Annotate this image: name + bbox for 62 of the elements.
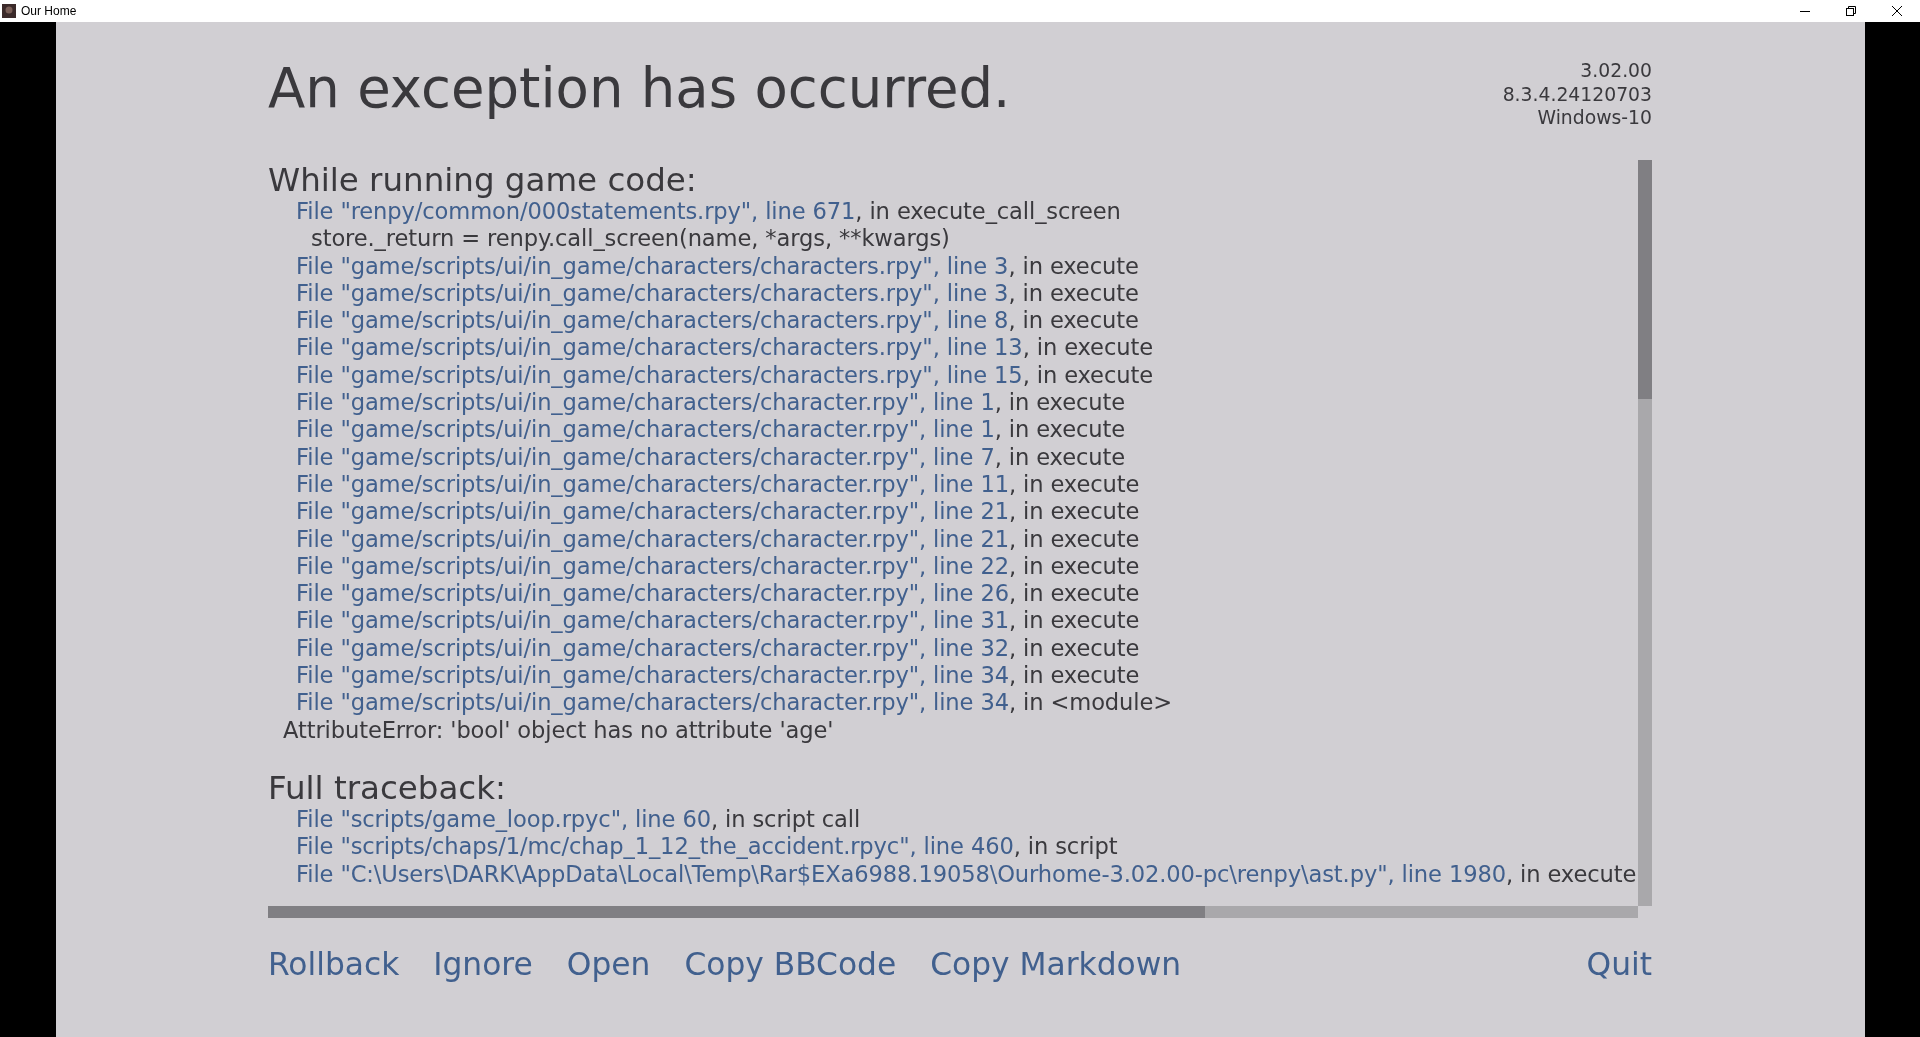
- traceback-line: File "game/scripts/ui/in_game/characters/character.rpy", line 31, in execute: [295, 607, 1141, 635]
- action-button[interactable]: Copy Markdown: [930, 946, 1182, 982]
- file-link[interactable]: File "game/scripts/ui/in_game/characters/character.rpy", line 31: [296, 607, 1009, 634]
- action-button[interactable]: Ignore: [433, 946, 533, 982]
- version-text: Windows-10: [1537, 106, 1652, 130]
- traceback-line: File "game/scripts/ui/in_game/characters/characters.rpy", line 3, in execute: [295, 279, 1140, 308]
- version-text: 3.02.00: [1580, 59, 1652, 83]
- file-link[interactable]: File "game/scripts/ui/in_game/characters/character.rpy", line 21: [296, 498, 1009, 525]
- file-link[interactable]: File "game/scripts/ui/in_game/characters/character.rpy", line 26: [296, 580, 1009, 607]
- traceback-line: File "scripts/chaps/1/mc/chap_1_12_the_accident.rpyc", line 460, in script: [295, 833, 1119, 861]
- traceback-line: File "game/scripts/ui/in_game/characters/character.rpy", line 34, in <module>: [295, 689, 1174, 717]
- traceback-line: File "game/scripts/ui/in_game/characters/character.rpy", line 22, in execute: [295, 552, 1141, 581]
- file-link[interactable]: File "game/scripts/ui/in_game/characters/characters.rpy", line 15: [296, 361, 1023, 388]
- traceback-line: File "game/scripts/ui/in_game/characters/characters.rpy", line 13, in execute: [295, 334, 1154, 362]
- vertical-scrollbar[interactable]: [1638, 160, 1652, 906]
- file-link[interactable]: File "game/scripts/ui/in_game/characters/character.rpy", line 7: [296, 443, 995, 470]
- traceback-line: File "renpy/common/000statements.rpy", line 671, in execute_call_screen: [295, 198, 1122, 226]
- error-message: AttributeError: 'bool' object has no attribute 'age': [282, 716, 835, 744]
- traceback-line: File "game/scripts/ui/in_game/characters/character.rpy", line 11, in execute: [295, 470, 1141, 499]
- file-link[interactable]: File "game/scripts/ui/in_game/characters/characters.rpy", line 13: [296, 334, 1023, 361]
- traceback-line: File "C:\Users\DARK\AppData\Local\Temp\Rar$EXa6988.19058\Ourhome-3.02.00-pc\renpy\ast.py", line 1980, in execute: [295, 860, 1638, 888]
- file-link[interactable]: File "game/scripts/ui/in_game/characters/character.rpy", line 32: [296, 634, 1009, 661]
- traceback-line: File "game/scripts/ui/in_game/characters/characters.rpy", line 3, in execute: [295, 252, 1140, 280]
- traceback-line: File "game/scripts/ui/in_game/characters/characters.rpy", line 8, in execute: [295, 307, 1140, 335]
- close-icon: [1892, 6, 1902, 16]
- file-link[interactable]: File "game/scripts/ui/in_game/characters/character.rpy", line 34: [296, 662, 1009, 689]
- traceback-line: File "game/scripts/ui/in_game/characters/character.rpy", line 34, in execute: [295, 662, 1141, 690]
- traceback-line: File "game/scripts/ui/in_game/characters/character.rpy", line 32, in execute: [295, 634, 1141, 663]
- window-title: Our Home: [21, 4, 78, 18]
- file-link[interactable]: File "game/scripts/ui/in_game/characters/characters.rpy", line 3: [296, 279, 1009, 306]
- file-link[interactable]: File "renpy/common/000statements.rpy", line 671: [296, 198, 856, 224]
- action-button[interactable]: Open: [566, 946, 651, 982]
- action-button[interactable]: Rollback: [268, 946, 400, 982]
- horizontal-scrollbar[interactable]: [268, 906, 1638, 918]
- file-link[interactable]: File "game/scripts/ui/in_game/characters/characters.rpy", line 3: [296, 252, 1009, 279]
- file-link[interactable]: File "game/scripts/ui/in_game/characters/characters.rpy", line 8: [296, 307, 1009, 334]
- traceback-line: File "game/scripts/ui/in_game/characters/characters.rpy", line 15, in execute: [295, 361, 1154, 390]
- traceback-line: File "game/scripts/ui/in_game/characters/character.rpy", line 7, in execute: [295, 443, 1126, 471]
- section-heading: Full traceback:: [268, 769, 507, 806]
- action-button[interactable]: Copy BBCode: [684, 946, 897, 982]
- traceback-line: File "scripts/game_loop.rpyc", line 60, in script call: [295, 805, 862, 834]
- file-link[interactable]: File "game/scripts/ui/in_game/characters/character.rpy", line 11: [296, 470, 1009, 497]
- app-icon: [2, 4, 16, 18]
- version-text: 8.3.4.24120703: [1502, 82, 1652, 107]
- traceback-line: File "game/scripts/ui/in_game/characters/character.rpy", line 1, in execute: [295, 389, 1126, 417]
- quit-button[interactable]: Quit: [1586, 946, 1652, 982]
- traceback-line: File "game/scripts/ui/in_game/characters/character.rpy", line 1, in execute: [295, 416, 1126, 444]
- restore-icon: [1846, 6, 1856, 16]
- file-link[interactable]: File "game/scripts/ui/in_game/characters/character.rpy", line 1: [296, 389, 995, 416]
- section-heading: While running game code:: [268, 162, 698, 198]
- file-link[interactable]: File "game/scripts/ui/in_game/characters/character.rpy", line 22: [296, 552, 1009, 579]
- file-link[interactable]: File "scripts/chaps/1/mc/chap_1_12_the_accident.rpyc", line 460: [296, 833, 1014, 860]
- error-title: An exception has occurred.: [268, 56, 1011, 122]
- file-link[interactable]: File "scripts/game_loop.rpyc", line 60: [296, 805, 711, 832]
- traceback-line: File "game/scripts/ui/in_game/characters/character.rpy", line 21, in execute: [295, 525, 1141, 553]
- traceback-line: File "game/scripts/ui/in_game/characters/character.rpy", line 26, in execute: [295, 580, 1141, 608]
- code-line: store._return = renpy.call_screen(name, *args, **kwargs): [310, 225, 951, 253]
- file-link[interactable]: File "game/scripts/ui/in_game/characters/character.rpy", line 1: [296, 416, 995, 443]
- traceback-line: File "game/scripts/ui/in_game/characters/character.rpy", line 21, in execute: [295, 498, 1141, 526]
- file-link[interactable]: File "C:\Users\DARK\AppData\Local\Temp\Rar$EXa6988.19058\Ourhome-3.02.00-pc\renpy\ast.py", line 1980: [296, 860, 1506, 887]
- file-link[interactable]: File "game/scripts/ui/in_game/characters/character.rpy", line 34: [296, 689, 1009, 716]
- file-link[interactable]: File "game/scripts/ui/in_game/characters/character.rpy", line 21: [296, 525, 1009, 552]
